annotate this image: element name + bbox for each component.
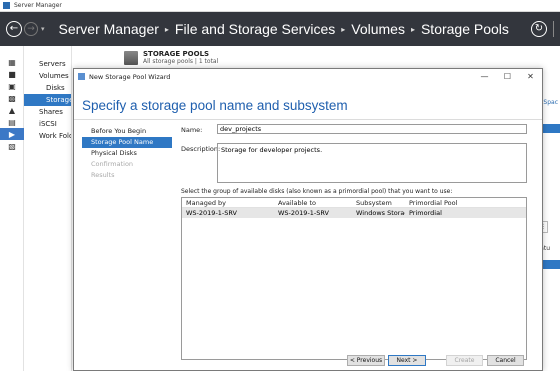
wizard-steps: Before You Begin Storage Pool Name Physi… [82,126,172,181]
icon-rail: ▦ ■ ▣ ▩ ▲ ▤ ▶ ▧ [0,46,24,371]
cancel-button[interactable]: Cancel [487,355,524,366]
breadcrumb-storage-pools[interactable]: Storage Pools [421,21,509,37]
nav-item-shares[interactable]: Shares [24,106,71,118]
storage-pool-icon [124,50,138,65]
pool-subtitle: All storage pools | 1 total [143,58,219,65]
app-titlebar: Server Manager [0,0,560,12]
chevron-down-icon[interactable]: ▾ [41,25,45,33]
local-server-icon[interactable]: ■ [0,68,24,80]
step-confirmation: Confirmation [91,160,134,168]
column-subsystem[interactable]: Subsystem [352,198,405,207]
description-label: Description: [181,145,221,153]
cell-primordial-pool: Primordial [409,209,442,217]
close-icon[interactable]: ✕ [519,69,542,84]
nav-item-servers[interactable]: Servers [24,58,71,70]
breadcrumb-server-manager[interactable]: Server Manager [59,21,159,37]
file-services-icon[interactable]: ▩ [0,92,24,104]
new-storage-pool-wizard: New Storage Pool Wizard — ☐ ✕ Specify a … [73,68,543,371]
breadcrumb-separator-icon: ▸ [164,24,169,34]
iis-icon[interactable]: ▤ [0,116,24,128]
breadcrumb-file-storage[interactable]: File and Storage Services [175,21,335,37]
step-physical-disks[interactable]: Physical Disks [82,148,172,159]
primordial-pool-table: Managed by Available to Subsystem Primor… [181,197,527,360]
nav-item-disks[interactable]: Disks [24,82,71,94]
cell-available-to: WS-2019-1-SRV [278,209,330,217]
table-row[interactable]: WS-2019-1-SRV WS-2019-1-SRV Windows Stor… [182,208,526,218]
description-input[interactable]: Storage for developer projects. [217,143,527,183]
step-results: Results [91,171,115,179]
primordial-pool-instructions: Select the group of available disks (als… [181,188,453,195]
nav-item-volumes[interactable]: Volumes [24,70,71,82]
pool-title: STORAGE POOLS [143,50,210,58]
breadcrumb-separator-icon: ▸ [410,24,415,34]
column-managed-by[interactable]: Managed by [182,198,274,207]
nav-item-storage-pools[interactable]: Storage Pools [24,94,71,106]
refresh-icon[interactable]: ↻ [531,21,547,37]
server-manager-icon [3,2,10,9]
wizard-titlebar: New Storage Pool Wizard [74,69,542,84]
name-input[interactable]: dev_projects [217,124,527,134]
maximize-icon[interactable]: ☐ [496,69,519,84]
cell-subsystem: Windows Storage [356,209,405,217]
breadcrumb-separator-icon: ▸ [341,24,346,34]
step-storage-pool-name[interactable]: Storage Pool Name [82,137,172,148]
previous-button[interactable]: < Previous [347,355,385,366]
wizard-title: New Storage Pool Wizard [89,72,171,81]
back-arrow-icon[interactable]: ← [6,21,22,37]
breadcrumb: Server Manager ▸ File and Storage Servic… [59,21,509,37]
app-title: Server Manager [14,2,62,9]
name-label: Name: [181,126,203,134]
divider [74,119,542,120]
next-button[interactable]: Next > [388,355,426,366]
column-primordial-pool[interactable]: Primordial Pool [405,198,505,207]
table-header: Managed by Available to Subsystem Primor… [182,198,526,208]
nav-panel: Servers Volumes Disks Storage Pools Shar… [24,46,72,371]
cell-managed-by: WS-2019-1-SRV [186,209,238,217]
column-available-to[interactable]: Available to [274,198,352,207]
hyperv-icon[interactable]: ▲ [0,104,24,116]
pool-header: STORAGE POOLS All storage pools | 1 tota… [124,50,218,65]
step-before-you-begin[interactable]: Before You Begin [82,126,172,137]
dashboard-icon[interactable]: ▦ [0,56,24,68]
storage-services-icon[interactable]: ▶ [0,128,24,140]
all-servers-icon[interactable]: ▣ [0,80,24,92]
local-storage-icon[interactable]: ▧ [0,140,24,152]
nav-item-work-folders[interactable]: Work Folders [24,130,71,142]
wizard-heading: Specify a storage pool name and subsyste… [82,98,348,113]
nav-item-iscsi[interactable]: iSCSI [24,118,71,130]
header-bar: ← → ▾ Server Manager ▸ File and Storage … [0,12,560,46]
forward-arrow-icon[interactable]: → [24,22,38,36]
create-button: Create [446,355,483,366]
breadcrumb-volumes[interactable]: Volumes [351,21,405,37]
wizard-icon [78,73,85,80]
header-actions: ↻ [531,21,554,37]
window-controls: — ☐ ✕ [473,69,542,84]
minimize-icon[interactable]: — [473,69,496,84]
divider [553,21,554,37]
